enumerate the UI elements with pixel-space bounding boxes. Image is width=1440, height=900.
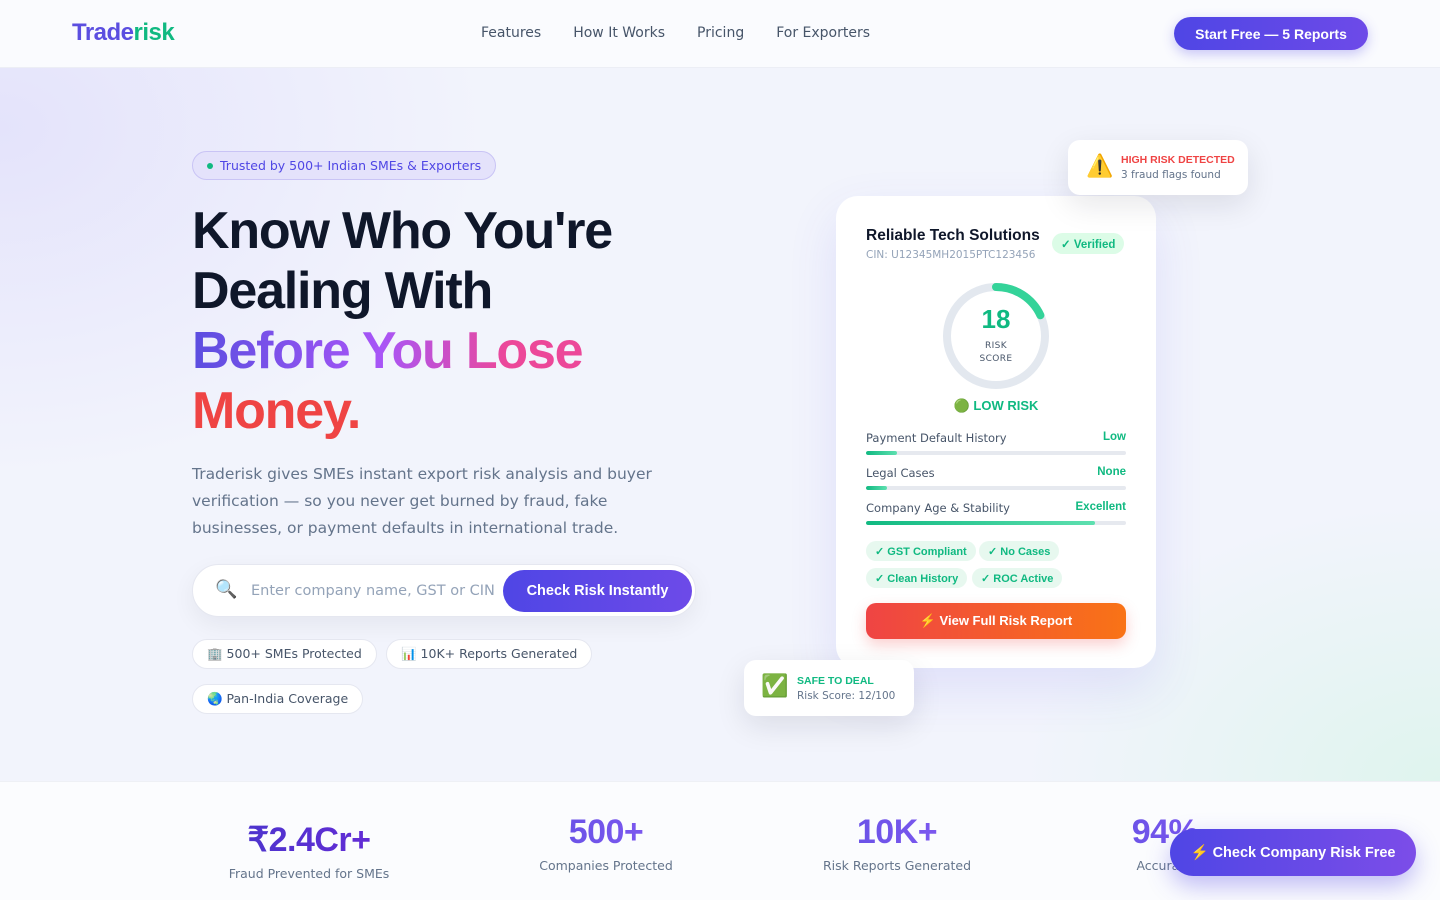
- metric-track: [866, 486, 1126, 490]
- stat-number: ₹2.4Cr+: [189, 820, 429, 860]
- metric-value: Low: [1103, 431, 1126, 443]
- company-cin: CIN: U12345MH2015PTC123456: [866, 249, 1036, 261]
- logo-text-trade: Trade: [72, 19, 134, 46]
- view-full-report-button[interactable]: ⚡ View Full Risk Report: [866, 603, 1126, 639]
- score-label-risk: RISK: [984, 341, 1008, 351]
- safe-to-deal-card: ✅ SAFE TO DEAL Risk Score: 12/100: [744, 660, 914, 716]
- top-navbar: Traderisk Features How It Works Pricing …: [0, 0, 1440, 68]
- nav-links: Features How It Works Pricing For Export…: [481, 25, 870, 41]
- metric-legal-cases: Legal Cases None: [866, 466, 1126, 490]
- risk-score-gauge: [943, 283, 1049, 389]
- hero-section: Trusted by 500+ Indian SMEs & Exporters …: [0, 68, 1440, 781]
- metric-fill: [866, 521, 1095, 525]
- chip-smes-protected: 🏢 500+ SMEs Protected: [192, 639, 377, 669]
- risk-score-label: RISK SCORE: [966, 340, 1026, 366]
- warning-icon: ⚠️: [1086, 154, 1114, 179]
- start-free-button[interactable]: Start Free — 5 Reports: [1174, 17, 1368, 50]
- risk-score-value: 18: [981, 304, 1011, 334]
- metric-track: [866, 451, 1126, 455]
- check-box-icon: ✅: [761, 674, 789, 699]
- stat-label: Fraud Prevented for SMEs: [228, 866, 390, 881]
- nav-link-how-it-works[interactable]: How It Works: [573, 25, 665, 41]
- stat-label: Risk Reports Generated: [822, 858, 972, 873]
- metric-label: Payment Default History: [866, 431, 1007, 445]
- tag-gst-compliant: ✓ GST Compliant: [866, 541, 976, 561]
- stat-label: Companies Protected: [539, 858, 673, 873]
- headline-line-2: Dealing With: [192, 262, 493, 320]
- metric-value: None: [1097, 466, 1126, 478]
- risk-report-card: Reliable Tech Solutions CIN: U12345MH201…: [836, 196, 1156, 668]
- headline-line-3: Before You Lose: [192, 321, 612, 381]
- company-search-input[interactable]: [251, 577, 497, 605]
- alert-title: HIGH RISK DETECTED: [1121, 154, 1235, 166]
- chip-reports-generated: 📊 10K+ Reports Generated: [386, 639, 593, 669]
- metric-track: [866, 521, 1126, 525]
- stat-number: 500+: [486, 813, 726, 852]
- metric-label: Legal Cases: [866, 466, 935, 480]
- score-label-score: SCORE: [979, 354, 1013, 364]
- chip-pan-india: 🌏 Pan-India Coverage: [192, 684, 364, 714]
- metric-fill: [866, 486, 887, 490]
- metric-company-age: Company Age & Stability Excellent: [866, 501, 1126, 525]
- company-search-bar: 🔍 Check Risk Instantly: [192, 564, 696, 617]
- tag-clean-history: ✓ Clean History: [866, 568, 968, 588]
- trusted-badge: Trusted by 500+ Indian SMEs & Exporters: [192, 151, 497, 180]
- company-name: Reliable Tech Solutions: [866, 227, 1040, 244]
- safe-detail: Risk Score: 12/100: [797, 690, 896, 702]
- risk-level-label: 🟢 LOW RISK: [953, 398, 1039, 413]
- high-risk-alert: ⚠️ HIGH RISK DETECTED 3 fraud flags foun…: [1068, 140, 1248, 195]
- tag-roc-active: ✓ ROC Active: [972, 568, 1063, 588]
- stat-companies-protected: 500+ Companies Protected: [486, 813, 726, 873]
- nav-link-pricing[interactable]: Pricing: [697, 25, 744, 41]
- headline-line-1: Know Who You're: [192, 202, 613, 260]
- verified-badge: ✓ Verified: [1052, 233, 1125, 254]
- safe-title: SAFE TO DEAL: [797, 675, 874, 687]
- hero-subtitle: Traderisk gives SMEs instant export risk…: [192, 465, 652, 537]
- nav-link-for-exporters[interactable]: For Exporters: [776, 25, 870, 41]
- logo-text-risk: risk: [133, 19, 175, 46]
- magnifier-icon: 🔍: [215, 579, 238, 600]
- headline-line-4: Money.: [192, 382, 361, 440]
- nav-link-features[interactable]: Features: [481, 25, 541, 41]
- tag-no-cases: ✓ No Cases: [979, 541, 1060, 561]
- check-company-risk-fab[interactable]: ⚡ Check Company Risk Free: [1170, 829, 1416, 876]
- alert-detail: 3 fraud flags found: [1121, 169, 1221, 181]
- metric-fill: [866, 451, 898, 455]
- stat-reports-generated: 10K+ Risk Reports Generated: [777, 813, 1017, 873]
- check-risk-button[interactable]: Check Risk Instantly: [503, 570, 692, 612]
- logo[interactable]: Traderisk: [72, 19, 175, 47]
- stat-number: 10K+: [777, 813, 1017, 852]
- stat-fraud-prevented: ₹2.4Cr+ Fraud Prevented for SMEs: [189, 820, 429, 881]
- hero-headline: Know Who You're Dealing With Before You …: [192, 201, 613, 441]
- metric-payment-default: Payment Default History Low: [866, 431, 1126, 455]
- metric-value: Excellent: [1075, 501, 1127, 513]
